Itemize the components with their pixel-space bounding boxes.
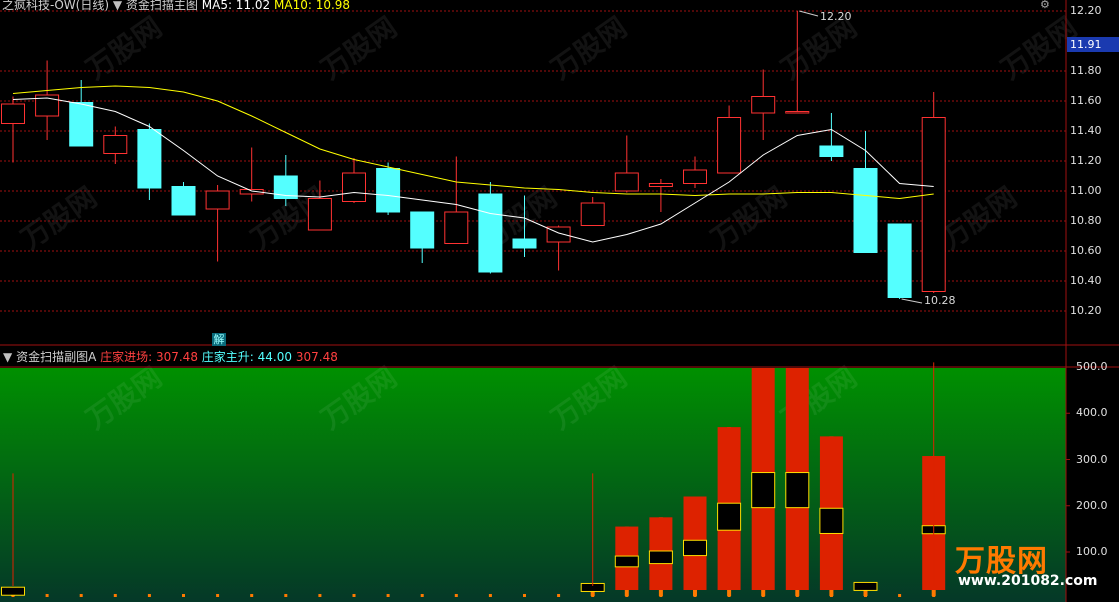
sub-header: ▼ 资金扫描副图A 庄家进场: 307.48 庄家主升: 44.00 307.4… bbox=[3, 350, 338, 364]
candle-body bbox=[785, 111, 810, 114]
dropdown-icon[interactable]: ▼ bbox=[113, 0, 122, 12]
main-indicator-name: 资金扫描主图 bbox=[125, 0, 198, 12]
candle-body bbox=[342, 172, 366, 202]
sub-body bbox=[614, 555, 639, 568]
candle-body bbox=[69, 102, 94, 147]
sub-baseline-tick bbox=[284, 594, 288, 597]
ma5-legend: MA5: 11.02 bbox=[201, 0, 271, 12]
candle-body bbox=[307, 198, 332, 231]
y-tick-label: 12.20 bbox=[1070, 4, 1102, 17]
candle-body bbox=[171, 186, 196, 216]
settings-gear-icon[interactable]: ⚙ bbox=[1040, 0, 1066, 10]
candle-body bbox=[376, 168, 401, 213]
sub-panel-gradient bbox=[0, 368, 1066, 602]
candle-body bbox=[853, 168, 878, 253]
rise-legend: 庄家主升: 44.00 bbox=[201, 350, 293, 364]
sub-baseline-tick bbox=[113, 594, 117, 597]
sub-baseline-tick bbox=[147, 594, 151, 597]
sub-baseline-tick bbox=[386, 594, 390, 597]
sub-baseline-tick bbox=[318, 594, 322, 597]
sub-baseline-tick bbox=[182, 594, 185, 597]
y-tick-label: 10.80 bbox=[1070, 214, 1102, 227]
sub-y-tick-label: 100.0 bbox=[1076, 545, 1108, 558]
sub-collapse-icon[interactable]: ▼ bbox=[3, 350, 12, 364]
y-tick-label: 10.20 bbox=[1070, 304, 1102, 317]
sub-baseline-tick bbox=[216, 594, 220, 597]
candle-body bbox=[137, 129, 162, 189]
y-tick-label: 11.40 bbox=[1070, 124, 1102, 137]
entry-legend: 庄家进场: 307.48 bbox=[100, 350, 198, 364]
extra-value: 307.48 bbox=[295, 350, 338, 364]
candle-body bbox=[410, 211, 435, 249]
current-price-tag: 11.91 bbox=[1070, 38, 1102, 51]
sub-body bbox=[683, 539, 707, 557]
candle-body bbox=[512, 238, 537, 249]
sub-baseline-tick bbox=[45, 594, 49, 597]
sub-baseline-tick bbox=[488, 594, 492, 597]
sub-y-tick-label: 300.0 bbox=[1076, 452, 1108, 466]
sub-baseline-tick bbox=[454, 594, 458, 597]
candle-body bbox=[580, 202, 605, 226]
y-tick-label: 11.80 bbox=[1070, 64, 1102, 77]
candle-body bbox=[478, 193, 503, 273]
sub-baseline-tick bbox=[352, 594, 356, 597]
high-price-label: 12.20 bbox=[820, 10, 852, 23]
candle-body bbox=[444, 211, 469, 244]
candle-body bbox=[819, 145, 844, 157]
sub-body bbox=[819, 507, 844, 534]
low-price-label: 10.28 bbox=[924, 294, 956, 307]
sub-body bbox=[785, 472, 810, 509]
candle-body bbox=[751, 96, 776, 114]
candle-body bbox=[205, 190, 230, 210]
sub-baseline-tick bbox=[420, 594, 424, 597]
y-tick-label: 11.00 bbox=[1070, 184, 1102, 197]
candle-body bbox=[614, 172, 639, 192]
sub-baseline-tick bbox=[79, 594, 83, 597]
app-title: 之疯科技-OW(日线) bbox=[2, 0, 110, 12]
y-tick-label: 11.20 bbox=[1070, 154, 1102, 167]
main-header: 之疯科技-OW(日线) ▼ 资金扫描主图 MA5: 11.02 MA10: 10… bbox=[2, 0, 350, 12]
ma10-legend: MA10: 10.98 bbox=[274, 0, 351, 12]
candle-body bbox=[648, 183, 673, 187]
marker-jie[interactable]: 解 bbox=[212, 333, 226, 346]
candle-body bbox=[103, 135, 128, 154]
sub-y-tick-label: 400.0 bbox=[1076, 406, 1108, 420]
sub-y-tick-label: 500.0 bbox=[1076, 360, 1108, 373]
sub-body bbox=[853, 581, 878, 591]
sub-baseline-tick bbox=[898, 594, 902, 597]
candle-body bbox=[887, 223, 912, 298]
candle-body bbox=[921, 117, 946, 292]
candle-body bbox=[717, 117, 742, 174]
sub-body bbox=[648, 550, 673, 565]
sub-baseline-tick bbox=[557, 594, 561, 597]
y-tick-label: 11.60 bbox=[1070, 94, 1102, 107]
sub-y-tick-label: 200.0 bbox=[1076, 498, 1108, 512]
sub-body bbox=[1, 586, 25, 596]
y-tick-label: 10.60 bbox=[1070, 244, 1102, 257]
y-tick-label: 10.40 bbox=[1070, 274, 1102, 287]
sub-indicator-name: 资金扫描副图A bbox=[16, 350, 97, 364]
sub-baseline-tick bbox=[250, 594, 254, 597]
sub-baseline-tick bbox=[523, 594, 526, 597]
candle-body bbox=[683, 169, 707, 184]
sub-body bbox=[717, 502, 742, 531]
sub-body bbox=[751, 472, 776, 509]
candle-body bbox=[1, 103, 25, 124]
watermark-url: www.201082.com bbox=[958, 573, 1098, 589]
